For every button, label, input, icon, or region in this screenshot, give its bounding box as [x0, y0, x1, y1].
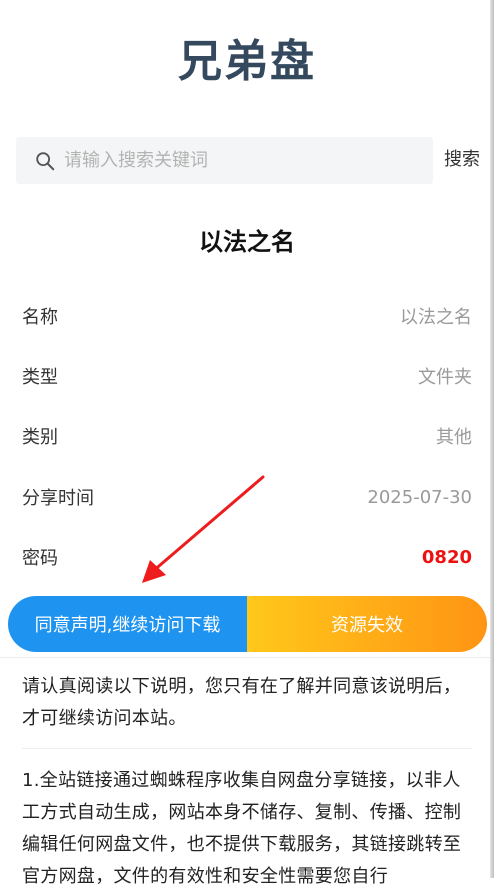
notice-intro: 请认真阅读以下说明，您只有在了解并同意该说明后，才可继续访问本站。: [22, 676, 462, 729]
info-row-password: 密码 0820: [22, 542, 472, 572]
info-label: 类别: [22, 427, 58, 448]
divider: [0, 657, 490, 658]
info-row-name: 名称 以法之名: [22, 301, 472, 331]
info-value: 文件夹: [418, 367, 472, 388]
search-icon: [36, 151, 55, 170]
info-value: 其他: [436, 427, 472, 448]
info-label: 类型: [22, 367, 58, 388]
info-value: 2025-07-30: [367, 486, 472, 508]
action-bar: 同意声明,继续访问下载 资源失效: [8, 596, 487, 652]
search-input[interactable]: [62, 149, 426, 172]
resource-title: 以法之名: [199, 228, 295, 256]
info-label: 分享时间: [22, 488, 94, 509]
password-value: 0820: [421, 546, 472, 568]
info-value: 以法之名: [400, 307, 472, 328]
info-row-share-time: 分享时间 2025-07-30: [22, 482, 472, 512]
info-row-category: 类别 其他: [22, 421, 472, 451]
scrollbar-edge[interactable]: [490, 0, 494, 878]
divider: [22, 748, 472, 749]
notice-item-1: 1.全站链接通过蜘蛛程序收集自网盘分享链接，以非人工方式自动生成，网站本身不储存…: [22, 770, 462, 887]
info-label: 密码: [22, 548, 58, 569]
site-title: 兄弟盘: [178, 36, 316, 87]
info-row-type: 类型 文件夹: [22, 361, 472, 391]
info-label: 名称: [22, 307, 58, 328]
search-box[interactable]: [16, 137, 433, 184]
search-button[interactable]: 搜索: [444, 145, 480, 175]
resource-invalid-button[interactable]: 资源失效: [247, 596, 487, 652]
agree-continue-button[interactable]: 同意声明,继续访问下载: [8, 596, 247, 652]
